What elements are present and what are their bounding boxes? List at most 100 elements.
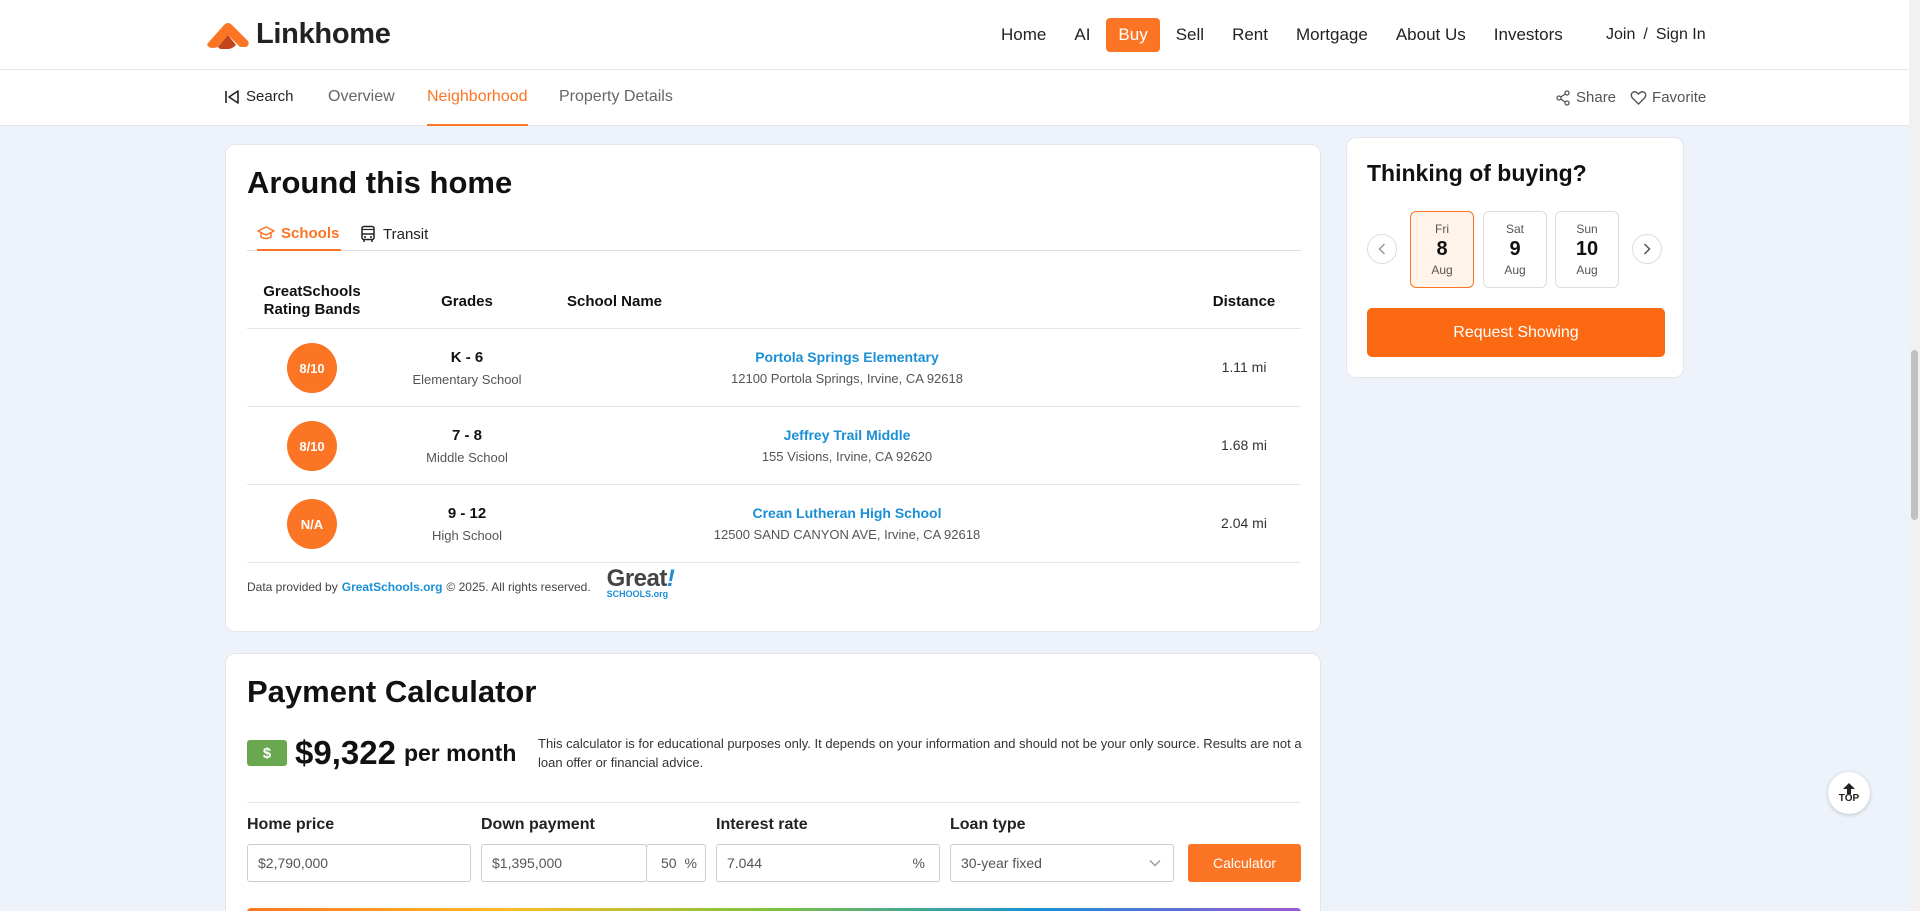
share-label: Share: [1576, 89, 1617, 106]
calculator-button[interactable]: Calculator: [1188, 844, 1301, 882]
down-payment-label: Down payment: [481, 816, 595, 833]
date-month: Aug: [1576, 263, 1598, 277]
grade-range: 9 - 12: [447, 505, 487, 522]
linkhome-logo-icon: [207, 22, 249, 49]
nav-sell[interactable]: Sell: [1164, 18, 1216, 52]
nav-about-us[interactable]: About Us: [1384, 18, 1478, 52]
schools-table: GreatSchools Rating Bands Grades School …: [247, 273, 1301, 563]
school-address: 155 Visions, Irvine, CA 92620: [761, 449, 933, 464]
around-tabs: Schools Transit: [247, 217, 1301, 251]
prev-dates-button[interactable]: [1367, 234, 1397, 264]
school-cell: Portola Springs Elementary 12100 Portola…: [567, 349, 1127, 386]
grade-range: 7 - 8: [451, 427, 482, 444]
sub-nav: Search Overview Neighborhood Property De…: [0, 70, 1909, 126]
payment-amount: $9,322: [295, 734, 396, 771]
tab-schools[interactable]: Schools: [257, 217, 342, 251]
home-price-label: Home price: [247, 816, 335, 833]
favorite-button[interactable]: Favorite: [1630, 89, 1706, 106]
money-icon: $: [247, 740, 287, 766]
nav-ai[interactable]: AI: [1062, 18, 1102, 52]
loan-type-select[interactable]: 30-year fixed: [950, 844, 1174, 882]
grade-level: High School: [431, 528, 503, 543]
main-nav: Home AI Buy Sell Rent Mortgage About Us …: [989, 18, 1579, 52]
back-icon: [225, 89, 239, 104]
scrollbar-thumb[interactable]: [1911, 350, 1918, 520]
down-payment-percent-input[interactable]: 50 %: [646, 844, 706, 882]
top-label: TOP: [1838, 792, 1860, 804]
nav-mortgage[interactable]: Mortgage: [1284, 18, 1380, 52]
home-price-input[interactable]: $2,790,000: [247, 844, 471, 882]
date-month: Aug: [1431, 263, 1453, 277]
percent-sign: %: [684, 855, 697, 871]
auth-separator: /: [1643, 26, 1648, 43]
interest-rate-input[interactable]: 7.044 %: [716, 844, 940, 882]
date-option[interactable]: Fri 8 Aug: [1410, 211, 1474, 288]
sign-in-link[interactable]: Sign In: [1656, 26, 1706, 44]
tab-overview[interactable]: Overview: [328, 88, 395, 126]
greatschools-logo[interactable]: Great! SCHOOLS.org: [606, 567, 675, 600]
nav-buy[interactable]: Buy: [1106, 18, 1160, 52]
school-distance: 1.68 mi: [1221, 437, 1267, 453]
loan-type-value: 30-year fixed: [961, 855, 1042, 871]
nav-rent[interactable]: Rent: [1220, 18, 1280, 52]
grade-level: Elementary School: [412, 372, 522, 387]
table-row: N/A 9 - 12 High School Crean Lutheran Hi…: [247, 485, 1301, 563]
nav-home[interactable]: Home: [989, 18, 1058, 52]
date-weekday: Fri: [1435, 222, 1449, 236]
interest-rate-value: 7.044: [727, 855, 763, 871]
rating-badge: 8/10: [287, 343, 337, 393]
percent-sign: %: [912, 855, 925, 871]
monthly-payment: $ $9,322 per month: [247, 734, 516, 772]
tab-transit[interactable]: Transit: [359, 217, 428, 251]
school-cell: Crean Lutheran High School 12500 SAND CA…: [567, 505, 1127, 542]
table-row: 8/10 7 - 8 Middle School Jeffrey Trail M…: [247, 407, 1301, 485]
payment-calculator-card: Payment Calculator $ $9,322 per month Th…: [225, 653, 1321, 911]
tab-schools-label: Schools: [281, 224, 340, 242]
grade-cell: K - 6 Elementary School: [377, 349, 557, 387]
school-name-link[interactable]: Portola Springs Elementary: [567, 349, 1127, 365]
tab-property-details[interactable]: Property Details: [559, 88, 673, 126]
tab-neighborhood[interactable]: Neighborhood: [427, 88, 528, 126]
share-button[interactable]: Share: [1555, 89, 1616, 106]
nav-investors[interactable]: Investors: [1482, 18, 1575, 52]
gs-logo-sub: SCHOOLS.org: [606, 589, 669, 599]
next-dates-button[interactable]: [1632, 234, 1662, 264]
interest-rate-label: Interest rate: [716, 816, 808, 833]
school-name-link[interactable]: Crean Lutheran High School: [567, 505, 1127, 521]
around-title: Around this home: [247, 165, 513, 200]
chevron-down-icon: [1149, 860, 1161, 867]
back-label: Search: [246, 88, 294, 105]
page-actions: Share Favorite: [1555, 89, 1706, 106]
chevron-left-icon: [1378, 243, 1386, 255]
grade-cell: 7 - 8 Middle School: [377, 427, 557, 465]
request-showing-button[interactable]: Request Showing: [1367, 308, 1665, 357]
payment-title: Payment Calculator: [247, 674, 537, 709]
down-payment-input[interactable]: $1,395,000: [481, 844, 647, 882]
thinking-of-buying-card: Thinking of buying? Fri 8 Aug Sat 9 Aug …: [1346, 137, 1684, 378]
school-distance: 2.04 mi: [1221, 515, 1267, 531]
school-name-link[interactable]: Jeffrey Trail Middle: [567, 427, 1127, 443]
date-weekday: Sat: [1505, 222, 1524, 236]
page-scrollbar[interactable]: [1909, 0, 1920, 911]
schools-table-header: GreatSchools Rating Bands Grades School …: [247, 273, 1301, 329]
column-grades: Grades: [441, 292, 493, 310]
rating-badge: 8/10: [287, 421, 337, 471]
date-option[interactable]: Sat 9 Aug: [1483, 211, 1547, 288]
school-address: 12100 Portola Springs, Irvine, CA 92618: [731, 371, 963, 386]
school-distance: 1.11 mi: [1221, 359, 1267, 375]
join-link[interactable]: Join: [1606, 26, 1635, 44]
greatschools-link[interactable]: GreatSchools.org: [342, 580, 443, 594]
date-day: 9: [1509, 238, 1521, 260]
down-payment-percent: 50: [661, 855, 677, 871]
back-to-top-button[interactable]: TOP: [1828, 772, 1870, 814]
logo-text: Linkhome: [256, 18, 391, 50]
logo[interactable]: Linkhome: [206, 18, 391, 51]
date-day: 8: [1436, 238, 1448, 260]
back-to-search-button[interactable]: Search: [224, 88, 294, 105]
date-weekday: Sun: [1576, 222, 1598, 236]
grade-level: Middle School: [426, 450, 508, 465]
auth-links: Join / Sign In: [1606, 26, 1706, 44]
date-option[interactable]: Sun 10 Aug: [1555, 211, 1619, 288]
divider: [247, 802, 1301, 803]
tab-transit-label: Transit: [383, 225, 429, 243]
